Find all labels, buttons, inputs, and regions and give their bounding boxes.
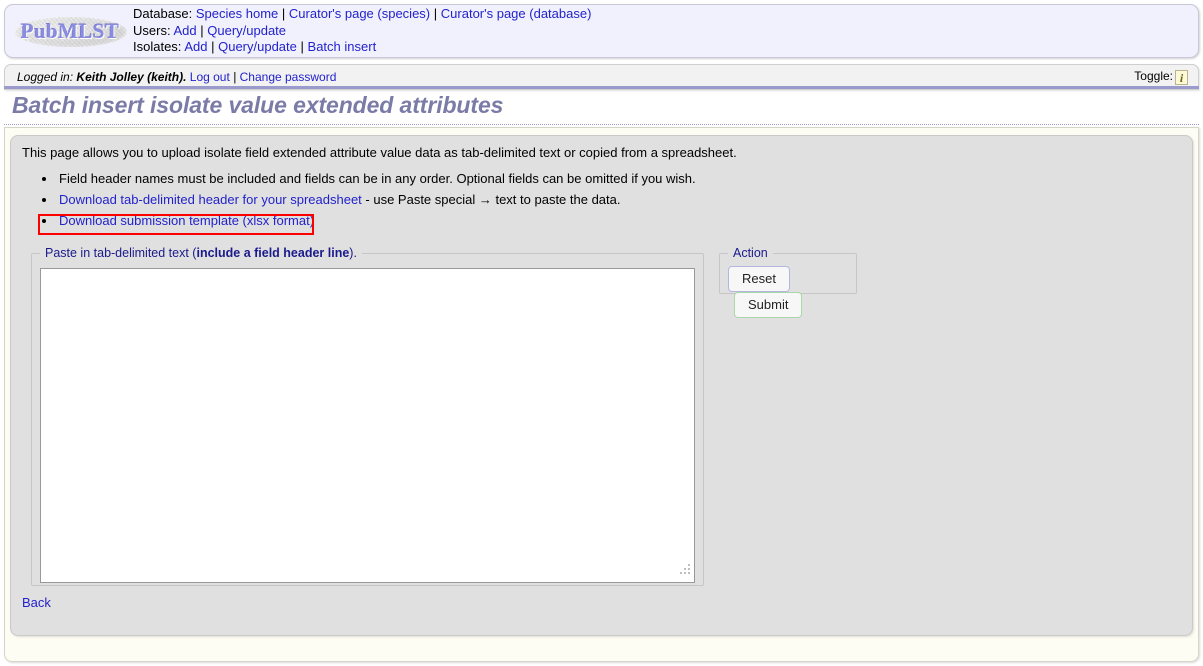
intro-text: This page allows you to upload isolate f…	[22, 145, 737, 160]
instructions-list: Field header names must be included and …	[35, 168, 696, 231]
nav-separator: |	[200, 22, 204, 38]
reset-button[interactable]: Reset	[728, 266, 790, 292]
header-nav: Database: Species home | Curator's page …	[133, 6, 591, 56]
list-item-field-headers: Field header names must be included and …	[57, 168, 696, 189]
legend-prefix: Paste in tab-delimited text (	[45, 246, 197, 260]
legend-bold: include a field header line	[196, 246, 350, 260]
nav-separator: |	[300, 39, 304, 55]
nav-label-users: Users:	[133, 22, 171, 38]
nav-link-users-query-update[interactable]: Query/update	[207, 23, 286, 38]
logged-in-user: Keith Jolley (keith).	[76, 70, 187, 84]
toggle-control[interactable]: Toggle: i	[1134, 69, 1188, 85]
paste-fieldset-legend: Paste in tab-delimited text (include a f…	[40, 246, 362, 260]
nav-separator: |	[211, 39, 215, 55]
legend-suffix: ).	[349, 246, 357, 260]
nav-row-users: Users: Add | Query/update	[133, 23, 591, 40]
nav-separator: |	[281, 6, 286, 22]
login-separator: |	[233, 70, 237, 84]
list-item-download-template: Download submission template (xlsx forma…	[57, 210, 696, 231]
list-item-download-header: Download tab-delimited header for your s…	[57, 189, 696, 210]
bullet-tail-2: - use Paste special → text to paste the …	[361, 192, 621, 207]
logo-text: PubMLST	[20, 19, 120, 43]
change-password-link[interactable]: Change password	[240, 70, 337, 84]
nav-link-users-add[interactable]: Add	[173, 23, 196, 38]
logged-in-label: Logged in:	[17, 70, 74, 84]
title-divider	[4, 124, 1199, 125]
header-rule	[4, 86, 1199, 89]
logout-link[interactable]: Log out	[190, 70, 230, 84]
nav-row-database: Database: Species home | Curator's page …	[133, 6, 591, 23]
nav-link-isolates-batch-insert[interactable]: Batch insert	[308, 39, 377, 54]
site-header: PubMLST Database: Species home | Curator…	[4, 4, 1199, 58]
nav-link-species-home[interactable]: Species home	[196, 6, 278, 21]
nav-label-database: Database:	[133, 6, 193, 22]
paste-fieldset: Paste in tab-delimited text (include a f…	[31, 246, 704, 586]
page-title: Batch insert isolate value extended attr…	[12, 92, 504, 118]
download-tab-delimited-header-link[interactable]: Download tab-delimited header for your s…	[59, 192, 362, 207]
nav-link-isolates-add[interactable]: Add	[184, 39, 207, 54]
info-icon[interactable]: i	[1175, 70, 1188, 85]
pubmlst-logo[interactable]: PubMLST	[11, 9, 129, 53]
content-box: This page allows you to upload isolate f…	[10, 135, 1193, 636]
login-status: Logged in: Keith Jolley (keith). Log out…	[17, 70, 336, 84]
toggle-label: Toggle:	[1134, 69, 1173, 83]
download-submission-template-link[interactable]: Download submission template (xlsx forma…	[59, 213, 314, 228]
nav-row-isolates: Isolates: Add | Query/update | Batch ins…	[133, 39, 591, 56]
bullet-text-1: Field header names must be included and …	[59, 171, 696, 186]
nav-label-isolates: Isolates:	[133, 39, 182, 55]
action-fieldset-legend: Action	[733, 246, 768, 260]
paste-textarea[interactable]	[40, 268, 695, 583]
nav-link-curators-page-database[interactable]: Curator's page (database)	[441, 6, 592, 21]
nav-separator: |	[433, 6, 438, 22]
back-link[interactable]: Back	[22, 595, 51, 610]
nav-link-curators-page-species[interactable]: Curator's page (species)	[289, 6, 430, 21]
action-fieldset: Action ResetSubmit	[719, 246, 857, 318]
nav-link-isolates-query-update[interactable]: Query/update	[218, 39, 297, 54]
submit-button[interactable]: Submit	[734, 292, 803, 318]
